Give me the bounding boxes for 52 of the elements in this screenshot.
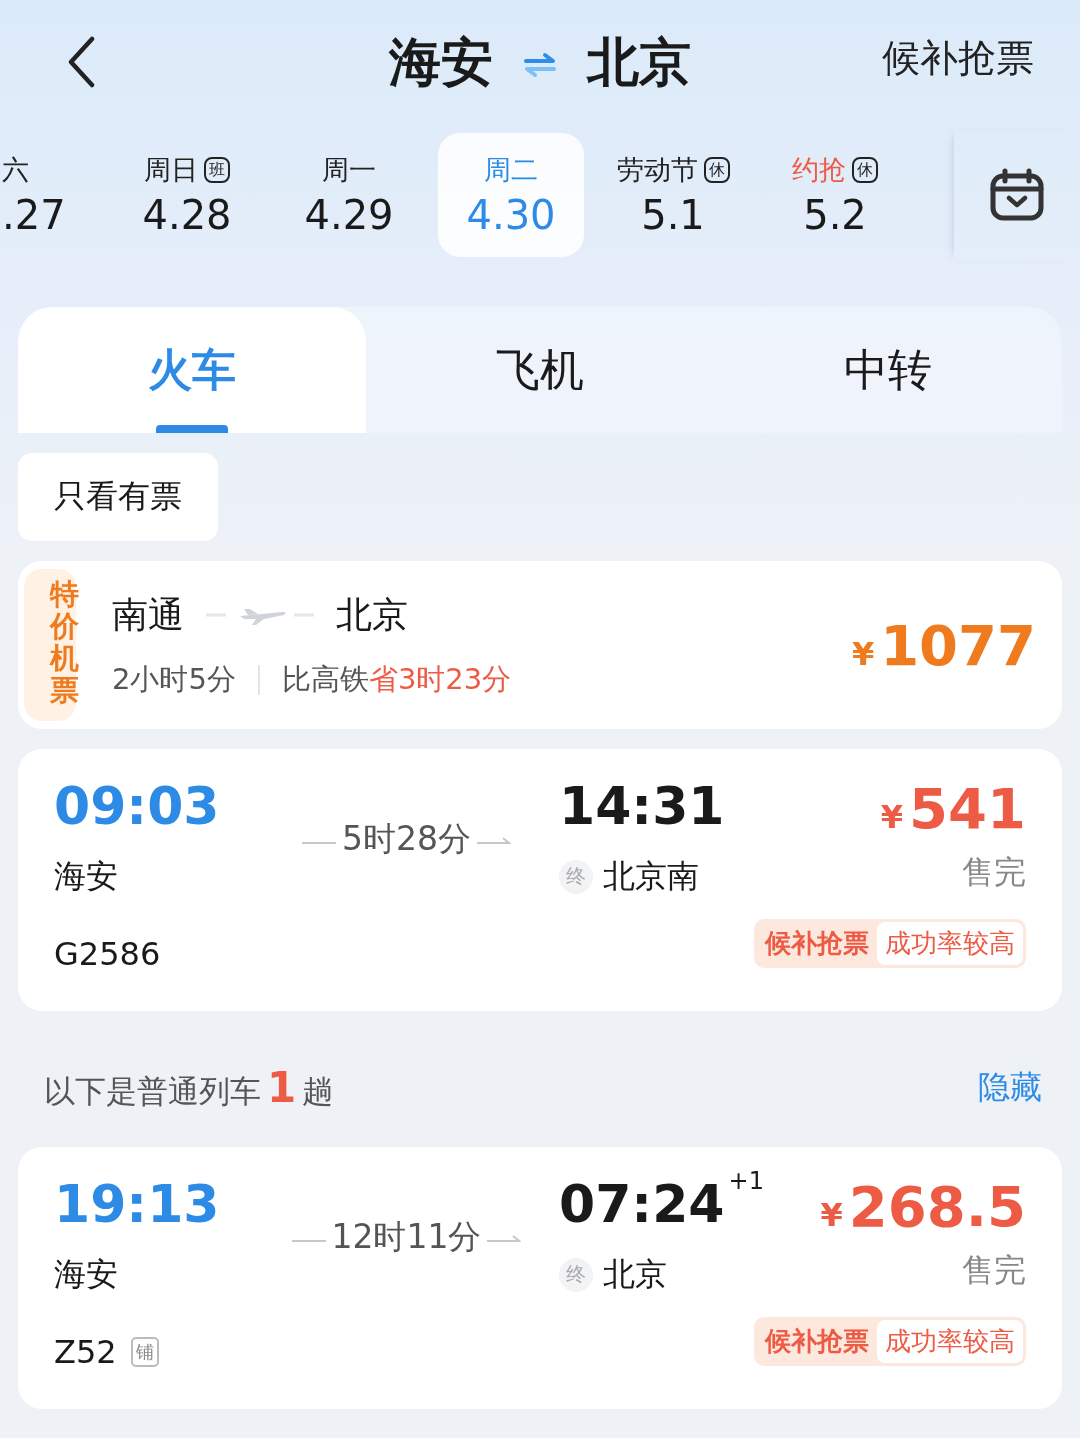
holiday-badge: 休	[852, 157, 878, 183]
arrival-station: 北京南	[603, 855, 699, 897]
swap-icon[interactable]	[523, 52, 557, 78]
date-tab[interactable]: 六 .27	[0, 133, 112, 257]
section-unit: 趟	[302, 1072, 334, 1111]
transport-tab[interactable]: 中转	[714, 307, 1062, 433]
from-city: 南通	[112, 592, 184, 637]
origin-city: 海安	[389, 31, 493, 94]
currency-sign: ¥	[851, 634, 875, 673]
terminal-badge: 终	[559, 859, 593, 894]
departure-station: 海安	[54, 855, 119, 897]
train-number: G2586	[54, 934, 161, 973]
flight-price: 1077	[880, 612, 1036, 678]
availability-status: 售完	[962, 1250, 1026, 1292]
date-tab[interactable]: 周日 班 4.28	[114, 133, 260, 257]
transport-tab[interactable]: 火车	[18, 307, 366, 433]
day-offset: +1	[728, 1167, 764, 1195]
transport-tab[interactable]: 飞机	[366, 307, 714, 433]
date-tab[interactable]: 周一 4.29	[276, 133, 422, 257]
arrival-time: 07:24	[559, 1175, 725, 1235]
train-number: Z52	[54, 1332, 117, 1371]
train-count: 1	[267, 1063, 297, 1112]
arrival-station: 北京	[603, 1253, 667, 1295]
back-icon[interactable]	[66, 35, 96, 88]
destination-city: 北京	[587, 31, 691, 94]
flight-deal-card[interactable]: 特价机票 南通 北京 2小时5分 比高铁省3时23分 ¥1077	[18, 561, 1062, 729]
filter-chip[interactable]: 只看有票	[18, 453, 218, 541]
date-tab[interactable]: 约抢 休 5.2	[762, 133, 908, 257]
flight-duration: 2小时5分	[112, 660, 236, 698]
section-label: 以下是普通列车	[44, 1072, 261, 1111]
compare-label: 比高铁	[281, 660, 369, 698]
arrival-time: 14:31	[559, 777, 725, 837]
holiday-badge: 休	[703, 157, 730, 183]
departure-station: 海安	[54, 1253, 119, 1295]
departure-time: 09:03	[54, 777, 221, 837]
holiday-badge: 班	[204, 157, 230, 183]
availability-status: 售完	[962, 852, 1026, 894]
trip-duration: 5时28分	[342, 818, 471, 860]
waitlist-link[interactable]: 候补抢票	[882, 33, 1034, 84]
currency-sign: ¥	[820, 1196, 843, 1234]
ticket-price: 268.5	[848, 1175, 1026, 1240]
trip-duration: 12时11分	[331, 1216, 482, 1258]
berth-tag: 铺	[130, 1336, 159, 1367]
date-tab[interactable]: 劳动节 休 5.1	[600, 133, 746, 257]
currency-sign: ¥	[880, 798, 904, 836]
to-city: 北京	[336, 592, 408, 637]
train-card[interactable]: 09:03 海安 G2586 5时28分 14:31 终 北京南 ¥541 售完 候补抢票 成功率较高	[18, 749, 1062, 1011]
ticket-price: 541	[909, 777, 1026, 842]
calendar-icon[interactable]	[989, 167, 1045, 223]
time-saving: 省3时23分	[368, 660, 512, 698]
departure-time: 19:13	[54, 1175, 221, 1235]
terminal-badge: 终	[559, 1257, 593, 1292]
